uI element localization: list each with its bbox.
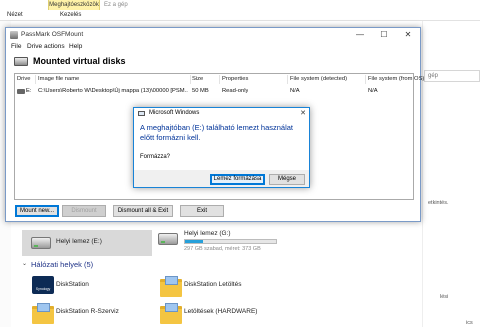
drive-icon	[17, 89, 25, 94]
cancel-button[interactable]: Mégse	[269, 174, 305, 185]
network-folder-icon	[160, 276, 182, 297]
side-text: etkintés.	[428, 200, 449, 206]
network-item[interactable]: Letöltések (HARDWARE)	[184, 308, 257, 315]
column-separator	[219, 75, 220, 84]
network-folder-icon	[160, 303, 182, 324]
minimize-icon[interactable]: —	[348, 28, 372, 42]
column-header-properties[interactable]: Properties	[222, 75, 248, 84]
nas-icon	[32, 276, 54, 294]
window-title: PassMark OSFMount	[21, 31, 84, 38]
network-item[interactable]: DiskStation	[56, 281, 89, 288]
column-separator	[190, 75, 191, 84]
dismount-button[interactable]: Dismount	[62, 205, 106, 217]
column-header-fs-detected[interactable]: File system (detected)	[290, 75, 347, 84]
network-locations-header[interactable]: Hálózati helyek (5)	[31, 260, 93, 269]
side-text: ics	[466, 320, 473, 326]
network-item[interactable]: DiskStation R-Szerviz	[56, 308, 119, 315]
menu-file[interactable]: File	[11, 42, 21, 52]
chevron-down-icon[interactable]: ⌄	[22, 260, 27, 267]
ribbon-contextual-tab[interactable]: Meghajtóeszközök	[48, 0, 100, 10]
close-icon[interactable]: ✕	[396, 28, 420, 42]
drive-capacity-fill	[185, 240, 204, 243]
column-header-fs-os[interactable]: File system (from OS)	[368, 75, 424, 84]
explorer-title: Ez a gép	[104, 2, 128, 8]
dialog-message: A meghajtóban (E:) található lemezt hasz…	[140, 123, 294, 142]
disk-icon	[14, 57, 28, 66]
side-text: lési	[440, 294, 449, 300]
format-dialog: Microsoft Windows ✕ A meghajtóban (E:) t…	[133, 107, 310, 188]
drive-capacity-bar	[184, 239, 277, 244]
dismount-all-exit-button[interactable]: Dismount all & Exit	[113, 205, 173, 217]
hard-drive-icon	[31, 237, 51, 249]
column-separator	[287, 75, 288, 84]
column-header-drive[interactable]: Drive	[17, 75, 31, 84]
mount-new-button[interactable]: Mount new...	[15, 205, 59, 217]
hard-drive-icon	[158, 233, 178, 245]
osfmount-app-icon	[10, 31, 18, 39]
column-separator	[365, 75, 366, 84]
drive-label[interactable]: Helyi lemez (G:)	[184, 230, 231, 237]
network-folder-icon	[32, 303, 54, 324]
dialog-question: Formázza?	[140, 154, 171, 160]
tab-manage[interactable]: Kezelés	[60, 10, 81, 21]
tab-view[interactable]: Nézet	[7, 10, 23, 21]
window-icon	[138, 111, 145, 116]
network-item[interactable]: DiskStation Letöltés	[184, 281, 241, 288]
column-header-image[interactable]: Image file name	[38, 75, 79, 84]
dialog-title: Microsoft Windows	[149, 110, 200, 116]
format-disk-button[interactable]: Lemez formázása	[210, 174, 265, 185]
cell-drive[interactable]: E:	[26, 87, 36, 96]
cell-properties[interactable]: Read-only	[222, 87, 248, 96]
menu-drive-actions[interactable]: Drive actions	[27, 42, 65, 52]
menu-help[interactable]: Help	[69, 42, 82, 52]
drive-detail: 297 GB szabad, méret: 373 GB	[184, 246, 261, 252]
column-header-size[interactable]: Size	[192, 75, 203, 84]
cell-image[interactable]: C:\Users\Roberto W\Desktop\Új mappa (13)…	[38, 87, 188, 96]
cell-fs-os[interactable]: N/A	[368, 87, 378, 96]
close-icon[interactable]: ✕	[300, 108, 306, 119]
drive-label: Helyi lemez (E:)	[56, 238, 102, 245]
search-input[interactable]: gép	[424, 70, 480, 82]
maximize-icon[interactable]: ☐	[372, 28, 396, 42]
cell-fs-detected[interactable]: N/A	[290, 87, 300, 96]
exit-button[interactable]: Exit	[180, 205, 224, 217]
column-separator	[35, 75, 36, 84]
section-title: Mounted virtual disks	[33, 56, 126, 66]
cell-size[interactable]: 50 MB	[192, 87, 209, 96]
explorer-right-pane	[422, 21, 480, 327]
